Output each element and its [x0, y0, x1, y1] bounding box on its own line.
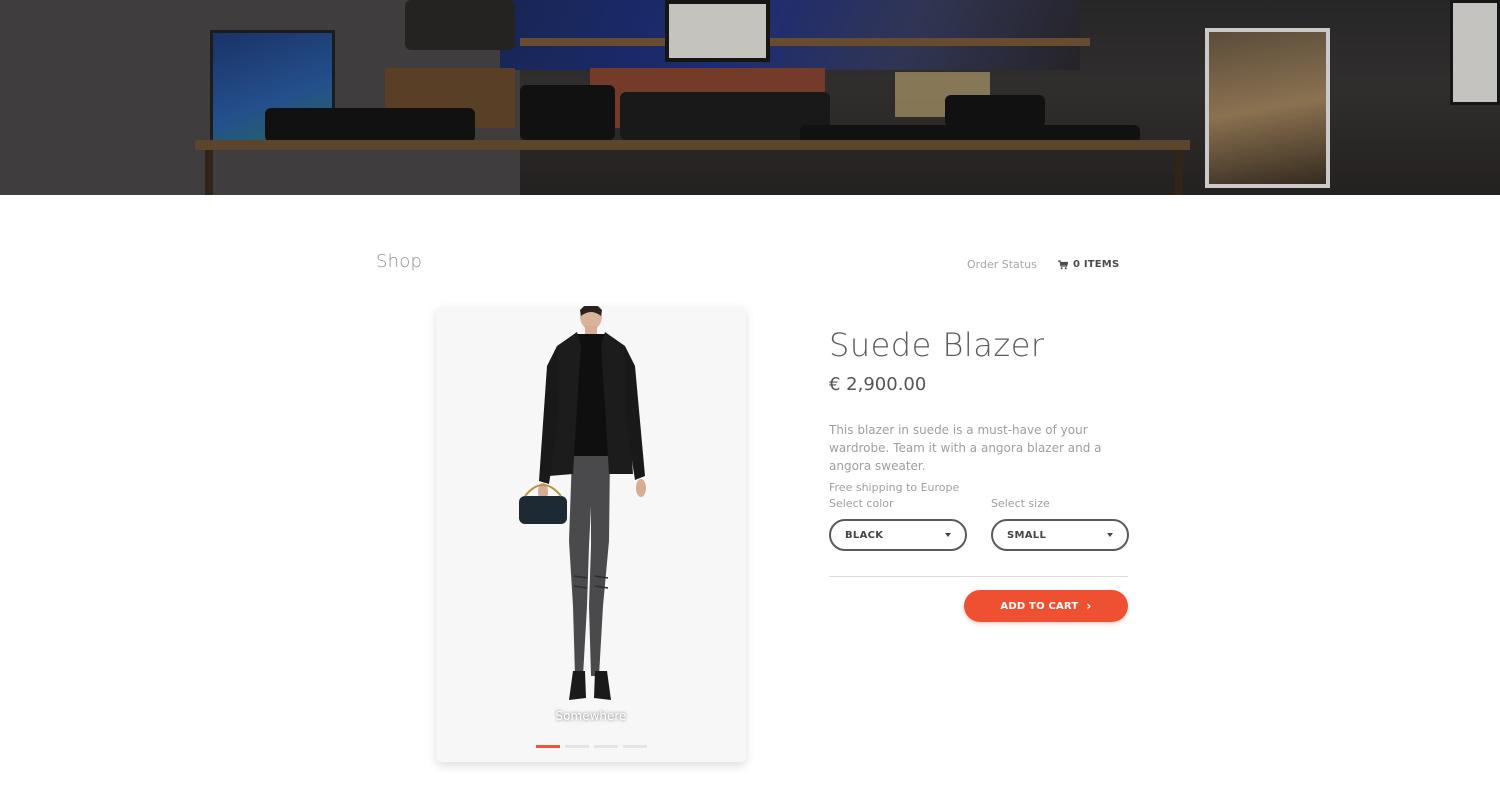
- chevron-right-icon: ›: [1086, 599, 1092, 613]
- shop-brand-link[interactable]: Shop: [376, 251, 422, 272]
- carousel-indicator[interactable]: [565, 745, 589, 748]
- shopping-cart-icon: [1058, 259, 1068, 269]
- carousel-indicator[interactable]: [623, 745, 647, 748]
- product-image-carousel[interactable]: Somewhere: [436, 306, 746, 762]
- caret-down-icon: [1107, 533, 1113, 537]
- color-select-value: BLACK: [845, 529, 884, 541]
- add-to-cart-button[interactable]: ADD TO CART ›: [964, 590, 1128, 622]
- carousel-indicator[interactable]: [536, 745, 560, 748]
- cart-count-label: 0 ITEMS: [1073, 259, 1120, 270]
- add-to-cart-label: ADD TO CART: [1000, 600, 1079, 612]
- carousel-caption: Somewhere: [555, 709, 627, 723]
- hero-banner-image: [0, 0, 1500, 195]
- size-select-label: Select size: [991, 497, 1050, 510]
- caret-down-icon: [945, 533, 951, 537]
- size-select[interactable]: SMALL: [991, 519, 1129, 551]
- hero-overlay: [0, 0, 1500, 195]
- carousel-indicators: [536, 745, 647, 748]
- order-status-link[interactable]: Order Status: [967, 258, 1037, 271]
- product-description: This blazer in suede is a must-have of y…: [829, 423, 1102, 473]
- shipping-note: Free shipping to Europe: [829, 481, 960, 494]
- color-select-label: Select color: [829, 497, 894, 510]
- divider: [829, 576, 1128, 577]
- cart-link[interactable]: 0 ITEMS: [1058, 259, 1119, 270]
- carousel-indicator[interactable]: [594, 745, 618, 748]
- size-select-value: SMALL: [1007, 529, 1047, 541]
- product-title: Suede Blazer: [829, 326, 1045, 364]
- product-price: € 2,900.00: [829, 374, 927, 395]
- model-wearing-black-suede-blazer: [519, 306, 646, 700]
- color-select[interactable]: BLACK: [829, 519, 967, 551]
